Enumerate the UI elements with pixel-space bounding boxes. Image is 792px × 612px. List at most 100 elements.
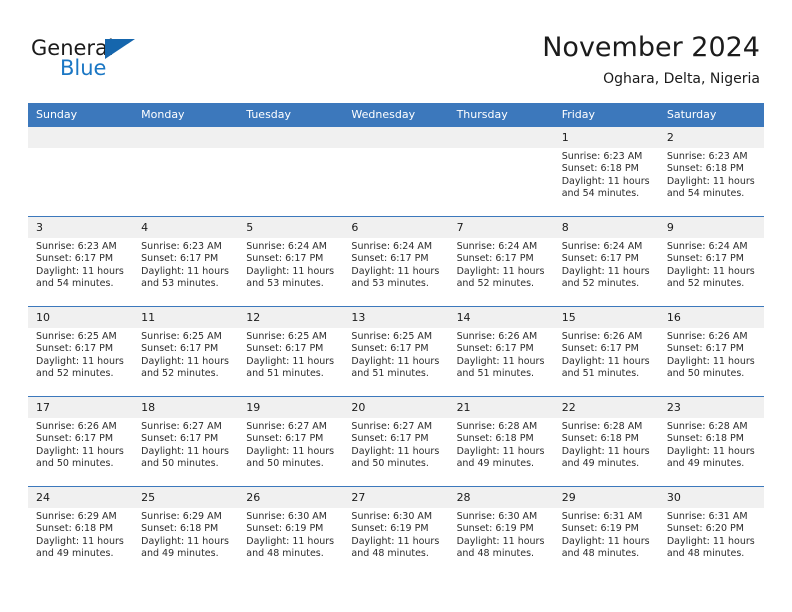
sunrise-text: Sunrise: 6:24 AM (456, 241, 538, 252)
day-number: 1 (553, 127, 659, 148)
day-number: 9 (658, 217, 764, 238)
sunset-text: Sunset: 6:17 PM (141, 433, 219, 445)
day-number: 20 (343, 397, 449, 418)
day-number: 14 (448, 307, 554, 328)
calendar-day-cell[interactable]: 29 Sunrise: 6:31 AM Sunset: 6:19 PM Dayl… (553, 486, 659, 576)
calendar-day-cell[interactable]: 25 Sunrise: 6:29 AM Sunset: 6:18 PM Dayl… (133, 486, 239, 576)
daylight-text-line1: Daylight: 11 hours (246, 445, 335, 457)
calendar-day-cell[interactable]: 27 Sunrise: 6:30 AM Sunset: 6:19 PM Dayl… (343, 486, 449, 576)
sunrise-text: Sunrise: 6:29 AM (36, 511, 117, 522)
daylight-text-line2: and 48 minutes. (561, 548, 640, 560)
day-details: Sunrise: 6:24 AM Sunset: 6:17 PM Dayligh… (238, 238, 343, 291)
calendar-week-row: 3 Sunrise: 6:23 AM Sunset: 6:17 PM Dayli… (28, 216, 764, 307)
daylight-text-line2: and 52 minutes. (456, 278, 535, 290)
calendar-day-cell[interactable]: 7 Sunrise: 6:24 AM Sunset: 6:17 PM Dayli… (448, 216, 554, 307)
calendar-day-cell[interactable]: 22 Sunrise: 6:28 AM Sunset: 6:18 PM Dayl… (553, 396, 659, 487)
day-details: Sunrise: 6:25 AM Sunset: 6:17 PM Dayligh… (238, 328, 343, 381)
daylight-text-line2: and 48 minutes. (456, 548, 535, 560)
day-details: Sunrise: 6:28 AM Sunset: 6:18 PM Dayligh… (659, 418, 764, 471)
calendar-week-row: 17 Sunrise: 6:26 AM Sunset: 6:17 PM Dayl… (28, 396, 764, 487)
calendar-day-cell[interactable] (133, 127, 239, 217)
sunrise-text: Sunrise: 6:27 AM (351, 421, 433, 432)
calendar-day-cell[interactable]: 17 Sunrise: 6:26 AM Sunset: 6:17 PM Dayl… (28, 396, 134, 487)
calendar-day-cell[interactable] (343, 127, 449, 217)
calendar-day-cell[interactable]: 19 Sunrise: 6:27 AM Sunset: 6:17 PM Dayl… (238, 396, 344, 487)
sunrise-text: Sunrise: 6:25 AM (246, 331, 327, 342)
daylight-text-line2: and 48 minutes. (351, 548, 429, 560)
calendar-day-cell[interactable]: 3 Sunrise: 6:23 AM Sunset: 6:17 PM Dayli… (28, 216, 134, 307)
sunrise-text: Sunrise: 6:23 AM (36, 241, 117, 252)
generalblue-logo[interactable]: General Blue (31, 37, 151, 85)
calendar-day-cell[interactable]: 30 Sunrise: 6:31 AM Sunset: 6:20 PM Dayl… (658, 486, 764, 576)
calendar-day-cell[interactable] (28, 127, 134, 217)
sunset-text: Sunset: 6:18 PM (666, 433, 744, 445)
day-number: 18 (133, 397, 239, 418)
calendar-day-cell[interactable] (448, 127, 554, 217)
day-details: Sunrise: 6:31 AM Sunset: 6:20 PM Dayligh… (659, 508, 764, 561)
calendar-day-cell[interactable]: 15 Sunrise: 6:26 AM Sunset: 6:17 PM Dayl… (553, 306, 659, 397)
sunset-text: Sunset: 6:17 PM (246, 343, 324, 355)
calendar-day-cell[interactable]: 28 Sunrise: 6:30 AM Sunset: 6:19 PM Dayl… (448, 486, 554, 576)
daylight-text-line2: and 49 minutes. (666, 458, 745, 470)
daylight-text-line1: Daylight: 11 hours (351, 355, 440, 367)
calendar-day-cell[interactable]: 23 Sunrise: 6:28 AM Sunset: 6:18 PM Dayl… (658, 396, 764, 487)
weekday-header-saturday: Saturday (658, 103, 764, 127)
daylight-text-line2: and 51 minutes. (456, 368, 535, 380)
calendar-day-cell[interactable]: 24 Sunrise: 6:29 AM Sunset: 6:18 PM Dayl… (28, 486, 134, 576)
day-number: 12 (238, 307, 344, 328)
day-details: Sunrise: 6:28 AM Sunset: 6:18 PM Dayligh… (449, 418, 554, 471)
weekday-header-friday: Friday (553, 103, 659, 127)
sunset-text: Sunset: 6:17 PM (36, 253, 114, 265)
daylight-text-line1: Daylight: 11 hours (666, 445, 755, 457)
daylight-text-line2: and 54 minutes. (666, 188, 745, 200)
calendar-day-cell[interactable]: 26 Sunrise: 6:30 AM Sunset: 6:19 PM Dayl… (238, 486, 344, 576)
calendar-day-cell[interactable]: 16 Sunrise: 6:26 AM Sunset: 6:17 PM Dayl… (658, 306, 764, 397)
daylight-text-line1: Daylight: 11 hours (36, 535, 124, 547)
sunrise-text: Sunrise: 6:24 AM (351, 241, 433, 252)
calendar-day-cell[interactable]: 18 Sunrise: 6:27 AM Sunset: 6:17 PM Dayl… (133, 396, 239, 487)
calendar-day-cell[interactable]: 20 Sunrise: 6:27 AM Sunset: 6:17 PM Dayl… (343, 396, 449, 487)
calendar-day-cell[interactable]: 21 Sunrise: 6:28 AM Sunset: 6:18 PM Dayl… (448, 396, 554, 487)
sunset-text: Sunset: 6:17 PM (666, 343, 744, 355)
calendar-day-cell[interactable]: 1 Sunrise: 6:23 AM Sunset: 6:18 PM Dayli… (553, 127, 659, 217)
calendar-day-cell[interactable]: 5 Sunrise: 6:24 AM Sunset: 6:17 PM Dayli… (238, 216, 344, 307)
calendar-day-cell[interactable]: 11 Sunrise: 6:25 AM Sunset: 6:17 PM Dayl… (133, 306, 239, 397)
daylight-text-line1: Daylight: 11 hours (246, 355, 335, 367)
sunset-text: Sunset: 6:17 PM (456, 253, 534, 265)
sunset-text: Sunset: 6:19 PM (456, 523, 534, 535)
sunset-text: Sunset: 6:18 PM (666, 163, 744, 175)
daylight-text-line2: and 49 minutes. (141, 548, 219, 560)
sunrise-text: Sunrise: 6:23 AM (666, 151, 748, 162)
day-details: Sunrise: 6:25 AM Sunset: 6:17 PM Dayligh… (343, 328, 448, 381)
sunset-text: Sunset: 6:18 PM (36, 523, 114, 535)
daylight-text-line2: and 53 minutes. (141, 278, 219, 290)
calendar-day-cell[interactable]: 10 Sunrise: 6:25 AM Sunset: 6:17 PM Dayl… (28, 306, 134, 397)
calendar-header-row: Sunday Monday Tuesday Wednesday Thursday… (28, 103, 764, 127)
calendar-day-cell[interactable]: 14 Sunrise: 6:26 AM Sunset: 6:17 PM Dayl… (448, 306, 554, 397)
sunrise-text: Sunrise: 6:28 AM (456, 421, 538, 432)
calendar-day-cell[interactable]: 9 Sunrise: 6:24 AM Sunset: 6:17 PM Dayli… (658, 216, 764, 307)
calendar-day-cell[interactable]: 8 Sunrise: 6:24 AM Sunset: 6:17 PM Dayli… (553, 216, 659, 307)
sunset-text: Sunset: 6:17 PM (351, 343, 429, 355)
daylight-text-line1: Daylight: 11 hours (246, 535, 335, 547)
day-details: Sunrise: 6:24 AM Sunset: 6:17 PM Dayligh… (659, 238, 764, 291)
day-details: Sunrise: 6:27 AM Sunset: 6:17 PM Dayligh… (133, 418, 238, 471)
calendar-day-cell[interactable]: 4 Sunrise: 6:23 AM Sunset: 6:17 PM Dayli… (133, 216, 239, 307)
calendar-day-cell[interactable]: 13 Sunrise: 6:25 AM Sunset: 6:17 PM Dayl… (343, 306, 449, 397)
calendar-day-cell[interactable]: 6 Sunrise: 6:24 AM Sunset: 6:17 PM Dayli… (343, 216, 449, 307)
daylight-text-line1: Daylight: 11 hours (561, 265, 650, 277)
day-details (343, 148, 448, 151)
daylight-text-line1: Daylight: 11 hours (666, 535, 755, 547)
calendar-day-cell[interactable]: 2 Sunrise: 6:23 AM Sunset: 6:18 PM Dayli… (658, 127, 764, 217)
day-number: 24 (28, 487, 134, 508)
calendar-week-row: 24 Sunrise: 6:29 AM Sunset: 6:18 PM Dayl… (28, 486, 764, 576)
sunset-text: Sunset: 6:17 PM (561, 253, 639, 265)
day-number: 15 (553, 307, 659, 328)
calendar-day-cell[interactable] (238, 127, 344, 217)
calendar-day-cell[interactable]: 12 Sunrise: 6:25 AM Sunset: 6:17 PM Dayl… (238, 306, 344, 397)
day-number: 3 (28, 217, 134, 238)
weekday-header-row: Sunday Monday Tuesday Wednesday Thursday… (28, 103, 764, 127)
page-title: November 2024 (542, 32, 760, 63)
sunset-text: Sunset: 6:17 PM (141, 253, 219, 265)
daylight-text-line1: Daylight: 11 hours (456, 535, 545, 547)
